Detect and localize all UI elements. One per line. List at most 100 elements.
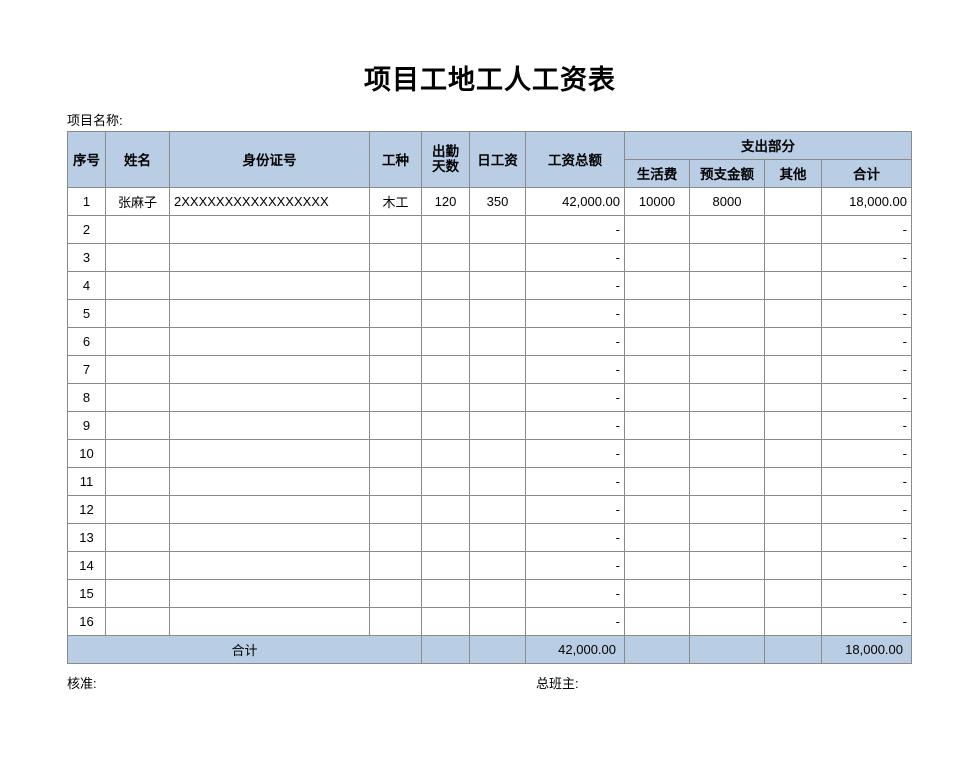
cell-work-type[interactable] bbox=[369, 242, 422, 272]
cell-living-cost[interactable] bbox=[624, 214, 690, 244]
cell-name[interactable] bbox=[105, 214, 170, 244]
cell-name[interactable] bbox=[105, 550, 170, 580]
cell-daily-wage[interactable] bbox=[469, 550, 526, 580]
cell-living-cost[interactable] bbox=[624, 550, 690, 580]
cell-id-number[interactable] bbox=[169, 606, 370, 636]
cell-attendance-days[interactable] bbox=[421, 550, 470, 580]
cell-seq[interactable]: 4 bbox=[67, 270, 106, 300]
cell-work-type[interactable] bbox=[369, 298, 422, 328]
cell-total-wage[interactable]: - bbox=[525, 550, 625, 580]
cell-work-type[interactable] bbox=[369, 550, 422, 580]
cell-advance-amount[interactable]: 8000 bbox=[689, 186, 765, 216]
cell-advance-amount[interactable] bbox=[689, 242, 765, 272]
cell-daily-wage[interactable] bbox=[469, 410, 526, 440]
cell-daily-wage[interactable] bbox=[469, 242, 526, 272]
cell-advance-amount[interactable] bbox=[689, 550, 765, 580]
cell-attendance-days[interactable] bbox=[421, 410, 470, 440]
cell-seq[interactable]: 16 bbox=[67, 606, 106, 636]
cell-subtotal[interactable]: - bbox=[821, 466, 912, 496]
cell-daily-wage[interactable] bbox=[469, 382, 526, 412]
cell-other[interactable] bbox=[764, 354, 822, 384]
cell-subtotal[interactable]: - bbox=[821, 410, 912, 440]
cell-advance-amount[interactable] bbox=[689, 298, 765, 328]
cell-living-cost[interactable] bbox=[624, 382, 690, 412]
cell-subtotal[interactable]: - bbox=[821, 606, 912, 636]
cell-attendance-days[interactable] bbox=[421, 466, 470, 496]
cell-name[interactable] bbox=[105, 410, 170, 440]
cell-total-wage[interactable]: - bbox=[525, 214, 625, 244]
cell-advance-amount[interactable] bbox=[689, 466, 765, 496]
cell-living-cost[interactable] bbox=[624, 354, 690, 384]
cell-other[interactable] bbox=[764, 578, 822, 608]
cell-id-number[interactable] bbox=[169, 522, 370, 552]
cell-seq[interactable]: 8 bbox=[67, 382, 106, 412]
cell-attendance-days[interactable] bbox=[421, 354, 470, 384]
cell-attendance-days[interactable] bbox=[421, 270, 470, 300]
cell-subtotal[interactable]: - bbox=[821, 578, 912, 608]
cell-id-number[interactable] bbox=[169, 242, 370, 272]
cell-living-cost[interactable] bbox=[624, 242, 690, 272]
cell-advance-amount[interactable] bbox=[689, 522, 765, 552]
cell-subtotal[interactable]: - bbox=[821, 326, 912, 356]
cell-id-number[interactable] bbox=[169, 382, 370, 412]
cell-total-wage[interactable]: - bbox=[525, 270, 625, 300]
cell-living-cost[interactable] bbox=[624, 466, 690, 496]
cell-name[interactable] bbox=[105, 270, 170, 300]
cell-advance-amount[interactable] bbox=[689, 270, 765, 300]
cell-total-wage[interactable]: - bbox=[525, 606, 625, 636]
cell-advance-amount[interactable] bbox=[689, 326, 765, 356]
cell-attendance-days[interactable] bbox=[421, 214, 470, 244]
cell-advance-amount[interactable] bbox=[689, 578, 765, 608]
cell-attendance-days[interactable] bbox=[421, 606, 470, 636]
cell-subtotal[interactable]: - bbox=[821, 550, 912, 580]
cell-advance-amount[interactable] bbox=[689, 438, 765, 468]
cell-daily-wage[interactable] bbox=[469, 438, 526, 468]
cell-subtotal[interactable]: - bbox=[821, 270, 912, 300]
cell-subtotal[interactable]: - bbox=[821, 494, 912, 524]
cell-total-wage[interactable]: - bbox=[525, 578, 625, 608]
cell-living-cost[interactable] bbox=[624, 270, 690, 300]
cell-name[interactable] bbox=[105, 354, 170, 384]
cell-living-cost[interactable] bbox=[624, 494, 690, 524]
cell-attendance-days[interactable]: 120 bbox=[421, 186, 470, 216]
cell-id-number[interactable] bbox=[169, 270, 370, 300]
cell-daily-wage[interactable] bbox=[469, 270, 526, 300]
cell-attendance-days[interactable] bbox=[421, 242, 470, 272]
cell-subtotal[interactable]: - bbox=[821, 522, 912, 552]
cell-other[interactable] bbox=[764, 214, 822, 244]
cell-seq[interactable]: 12 bbox=[67, 494, 106, 524]
cell-subtotal[interactable]: - bbox=[821, 354, 912, 384]
cell-total-wage[interactable]: - bbox=[525, 354, 625, 384]
cell-daily-wage[interactable] bbox=[469, 522, 526, 552]
cell-other[interactable] bbox=[764, 242, 822, 272]
cell-other[interactable] bbox=[764, 186, 822, 216]
cell-work-type[interactable] bbox=[369, 522, 422, 552]
cell-seq[interactable]: 5 bbox=[67, 298, 106, 328]
cell-other[interactable] bbox=[764, 270, 822, 300]
cell-living-cost[interactable] bbox=[624, 326, 690, 356]
cell-id-number[interactable] bbox=[169, 438, 370, 468]
cell-work-type[interactable] bbox=[369, 438, 422, 468]
cell-total-wage[interactable]: - bbox=[525, 438, 625, 468]
cell-advance-amount[interactable] bbox=[689, 354, 765, 384]
cell-daily-wage[interactable] bbox=[469, 466, 526, 496]
cell-living-cost[interactable] bbox=[624, 606, 690, 636]
cell-work-type[interactable] bbox=[369, 326, 422, 356]
cell-subtotal[interactable]: - bbox=[821, 298, 912, 328]
cell-id-number[interactable] bbox=[169, 298, 370, 328]
cell-work-type[interactable] bbox=[369, 270, 422, 300]
cell-work-type[interactable] bbox=[369, 494, 422, 524]
cell-other[interactable] bbox=[764, 410, 822, 440]
cell-daily-wage[interactable] bbox=[469, 578, 526, 608]
cell-attendance-days[interactable] bbox=[421, 382, 470, 412]
cell-id-number[interactable] bbox=[169, 550, 370, 580]
cell-subtotal[interactable]: - bbox=[821, 382, 912, 412]
cell-advance-amount[interactable] bbox=[689, 410, 765, 440]
cell-total-wage[interactable]: - bbox=[525, 242, 625, 272]
cell-seq[interactable]: 3 bbox=[67, 242, 106, 272]
cell-daily-wage[interactable] bbox=[469, 354, 526, 384]
cell-total-wage[interactable]: - bbox=[525, 298, 625, 328]
cell-seq[interactable]: 6 bbox=[67, 326, 106, 356]
cell-attendance-days[interactable] bbox=[421, 298, 470, 328]
cell-daily-wage[interactable] bbox=[469, 606, 526, 636]
